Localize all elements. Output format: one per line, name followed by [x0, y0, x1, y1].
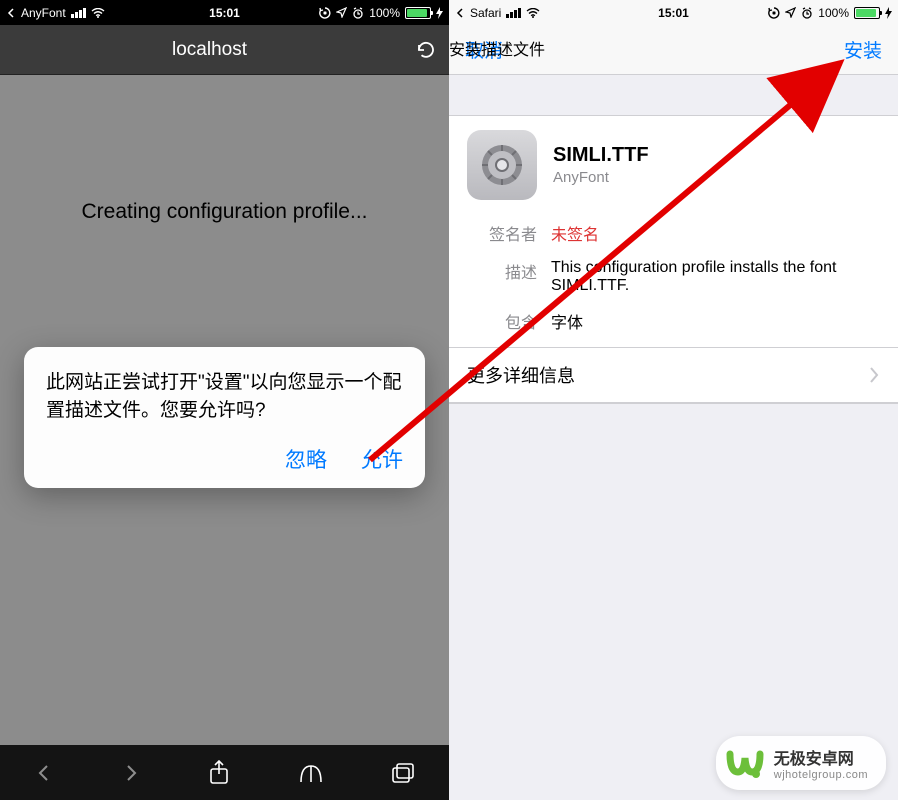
install-button[interactable]: 安装 [844, 36, 882, 63]
right-phone-screen: Safari 15:01 100% 取消 安装 安装描述文件 [449, 0, 898, 800]
signal-icon [71, 8, 86, 18]
back-app-label[interactable]: AnyFont [21, 6, 66, 20]
left-phone-screen: AnyFont 15:01 100% localhost Creating co… [0, 0, 449, 800]
watermark-logo-icon [726, 744, 764, 782]
wifi-icon [91, 8, 105, 18]
profile-title: SIMLI.TTF [553, 144, 649, 167]
toolbar-back-icon[interactable] [34, 763, 54, 783]
orientation-lock-icon [319, 7, 331, 19]
battery-icon [854, 7, 880, 19]
battery-pct: 100% [818, 6, 849, 20]
desc-value: This configuration profile installs the … [551, 259, 880, 295]
alert-ignore-button[interactable]: 忽略 [285, 444, 327, 474]
permission-alert: 此网站正尝试打开"设置"以向您显示一个配置描述文件。您要允许吗? 忽略 允许 [24, 347, 425, 488]
alert-message: 此网站正尝试打开"设置"以向您显示一个配置描述文件。您要允许吗? [46, 369, 403, 424]
location-icon [785, 7, 796, 18]
nav-title: 安装描述文件 [449, 36, 545, 60]
alert-allow-button[interactable]: 允许 [361, 444, 403, 474]
url-field[interactable]: localhost [12, 39, 407, 61]
back-chevron-icon[interactable] [6, 8, 16, 18]
battery-icon [405, 7, 431, 19]
alarm-icon [352, 7, 364, 19]
chevron-right-icon [868, 366, 880, 384]
kv-row-contains: 包含 字体 [449, 302, 898, 347]
url-bar: localhost [0, 25, 449, 75]
status-bar: AnyFont 15:01 100% [0, 0, 449, 25]
watermark-url: wjhotelgroup.com [774, 769, 868, 781]
toolbar-tabs-icon[interactable] [391, 762, 415, 784]
orientation-lock-icon [768, 7, 780, 19]
battery-pct: 100% [369, 6, 400, 20]
status-time: 15:01 [209, 6, 240, 20]
location-icon [336, 7, 347, 18]
back-app-label[interactable]: Safari [470, 6, 501, 20]
kv-row-description: 描述 This configuration profile installs t… [449, 252, 898, 302]
charging-icon [436, 7, 443, 19]
toolbar-forward-icon[interactable] [121, 763, 141, 783]
alarm-icon [801, 7, 813, 19]
charging-icon [885, 7, 892, 19]
signer-value: 未签名 [551, 221, 880, 245]
back-chevron-icon[interactable] [455, 8, 465, 18]
profile-settings-icon [467, 130, 537, 200]
reload-icon[interactable] [415, 39, 437, 61]
signer-label: 签名者 [467, 221, 537, 245]
status-bar: Safari 15:01 100% [449, 0, 898, 25]
profile-header: SIMLI.TTF AnyFont [449, 116, 898, 214]
toolbar-share-icon[interactable] [208, 760, 230, 786]
status-time: 15:01 [658, 6, 689, 20]
wifi-icon [526, 8, 540, 18]
desc-label: 描述 [467, 259, 537, 295]
more-details-row[interactable]: 更多详细信息 [449, 347, 898, 403]
watermark: 无极安卓网 wjhotelgroup.com [716, 736, 886, 790]
contains-label: 包含 [467, 309, 537, 333]
safari-toolbar [0, 745, 449, 800]
more-details-label: 更多详细信息 [467, 362, 575, 388]
contains-value: 字体 [551, 309, 880, 333]
profile-card: SIMLI.TTF AnyFont 签名者 未签名 描述 This config… [449, 115, 898, 404]
toolbar-bookmarks-icon[interactable] [298, 762, 324, 784]
kv-row-signer: 签名者 未签名 [449, 214, 898, 252]
profile-subtitle: AnyFont [553, 169, 649, 186]
watermark-brand: 无极安卓网 [774, 745, 868, 769]
signal-icon [506, 8, 521, 18]
